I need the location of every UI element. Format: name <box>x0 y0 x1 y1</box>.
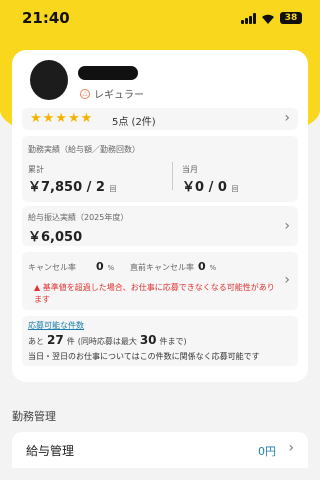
chevron-right-icon: › <box>284 218 290 234</box>
signal-icon <box>241 12 256 24</box>
cancel-warning: ▲ 基準値を超過した場合、お仕事に応募できなくなる可能性があります <box>34 283 275 304</box>
available-count-link[interactable]: 応募可能な件数 <box>28 320 84 331</box>
rating-text: 5点 (2件) <box>112 117 156 128</box>
wifi-icon <box>262 14 274 24</box>
total-label: 累計 <box>28 165 44 174</box>
transfer-record-row[interactable]: 給与振込実績（2025年度） ￥6,050 › <box>22 206 298 246</box>
total-value: ￥7,850 / 2 回 <box>28 180 117 195</box>
cancel-rate-label: キャンセル率 <box>28 263 76 272</box>
status-bar: 21:40 38 <box>0 0 320 36</box>
chevron-right-icon: › <box>284 110 290 126</box>
salary-management-row[interactable]: 給与管理 0円 › <box>12 432 308 468</box>
status-time: 21:40 <box>22 9 70 27</box>
available-count-block: 応募可能な件数 あと 27 件 (同時応募は最大 30 件まで) 当日・翌日のお… <box>22 316 298 366</box>
recent-cancel-value: 0 % <box>198 260 217 273</box>
month-label: 当月 <box>182 165 198 174</box>
chevron-right-icon: › <box>288 440 294 456</box>
available-count: あと 27 件 (同時応募は最大 30 件まで) <box>28 333 187 347</box>
user-rank: △ レギュラー <box>80 86 144 101</box>
rating-stars-icon: ★★★★★ <box>30 111 94 126</box>
available-note: 当日・翌日のお仕事についてはこの件数に関係なく応募可能です <box>28 352 260 361</box>
profile-card: △ レギュラー ★★★★★ 5点 (2件) › 勤務実績（給与額／勤務回数） 累… <box>12 50 308 382</box>
rank-icon: △ <box>80 88 90 99</box>
recent-cancel-label: 直前キャンセル率 <box>130 263 194 272</box>
cancel-rate-value: 0 % <box>96 260 115 273</box>
chevron-right-icon: › <box>284 272 290 288</box>
transfer-value: ￥6,050 <box>28 230 83 245</box>
transfer-title: 給与振込実績（2025年度） <box>28 213 129 222</box>
avatar[interactable] <box>30 60 68 100</box>
salary-management-value: 0円 <box>258 445 276 458</box>
section-title-work-management: 勤務管理 <box>12 410 56 423</box>
divider <box>172 162 173 190</box>
user-name-redacted <box>78 66 138 80</box>
work-record-title: 勤務実績（給与額／勤務回数） <box>28 145 140 154</box>
rank-label: レギュラー <box>94 90 144 101</box>
status-icons: 38 <box>241 12 302 24</box>
warning-icon: ▲ <box>34 283 41 292</box>
work-record-block: 勤務実績（給与額／勤務回数） 累計 ￥7,850 / 2 回 当月 ￥0 / 0… <box>22 136 298 202</box>
month-value: ￥0 / 0 回 <box>182 180 239 195</box>
cancel-rate-row[interactable]: キャンセル率 0 % 直前キャンセル率 0 % ▲ 基準値を超過した場合、お仕事… <box>22 252 298 310</box>
battery-icon: 38 <box>280 12 302 24</box>
salary-management-label: 給与管理 <box>26 444 75 458</box>
rating-row[interactable]: ★★★★★ 5点 (2件) › <box>22 108 298 130</box>
